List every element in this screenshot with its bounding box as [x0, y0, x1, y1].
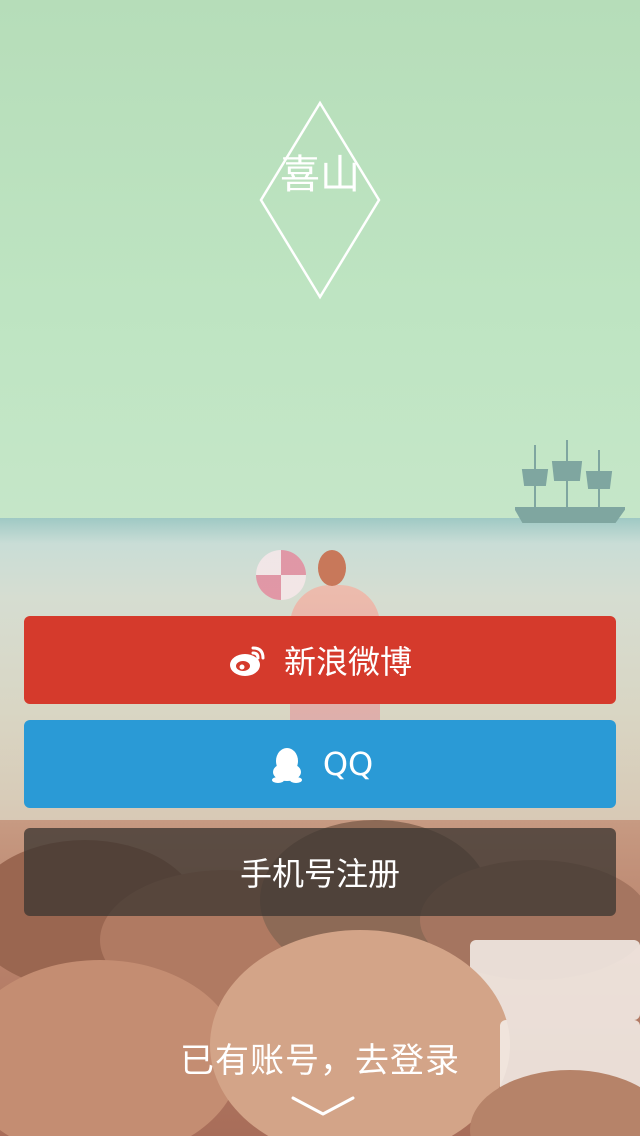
phone-register-button[interactable]: 手机号注册 [24, 828, 616, 916]
weibo-icon [229, 646, 265, 676]
ship-silhouette [515, 440, 625, 523]
qq-button-label: QQ [322, 745, 374, 783]
pinwheel [256, 550, 306, 600]
qq-login-button[interactable]: QQ [24, 720, 616, 808]
chevron-down-icon[interactable] [290, 1094, 356, 1118]
weibo-button-label: 新浪微博 [283, 643, 412, 681]
phone-button-label: 手机号注册 [239, 855, 400, 893]
diamond-logo-icon [259, 100, 381, 300]
qq-penguin-icon [271, 748, 302, 783]
girl-head [318, 550, 346, 586]
existing-account-login-link[interactable]: 已有账号，去登录 [0, 1033, 640, 1082]
weibo-login-button[interactable]: 新浪微博 [24, 616, 616, 704]
app-logo-text: 喜山 [280, 152, 360, 198]
